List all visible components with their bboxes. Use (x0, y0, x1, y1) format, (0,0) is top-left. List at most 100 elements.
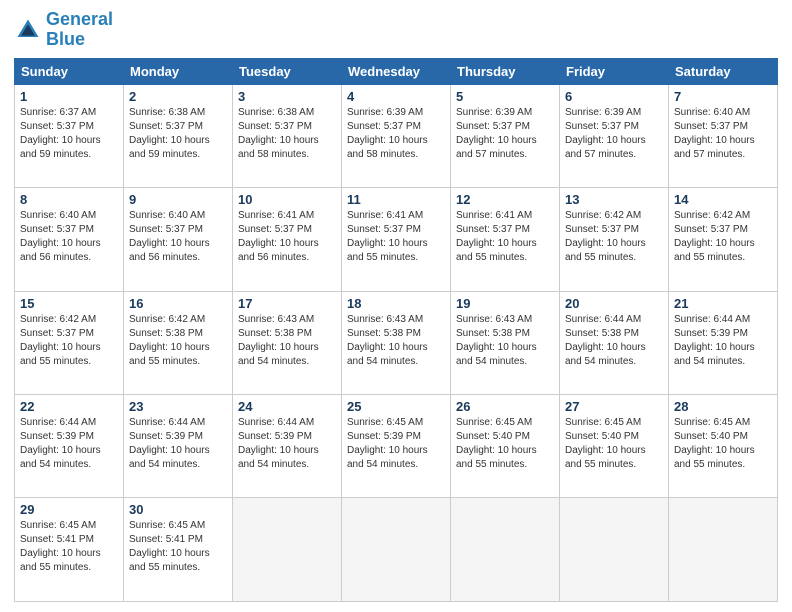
calendar-week-4: 22 Sunrise: 6:44 AM Sunset: 5:39 PM Dayli… (15, 395, 778, 498)
calendar-cell: 7 Sunrise: 6:40 AM Sunset: 5:37 PM Daylig… (669, 84, 778, 187)
calendar-cell: 8Sunrise: 6:40 AM Sunset: 5:37 PM Daylig… (15, 188, 124, 291)
day-number: 16 (129, 296, 227, 311)
calendar-cell: 6 Sunrise: 6:39 AM Sunset: 5:37 PM Daylig… (560, 84, 669, 187)
day-number: 2 (129, 89, 227, 104)
day-number: 19 (456, 296, 554, 311)
calendar-cell: 26Sunrise: 6:45 AM Sunset: 5:40 PM Dayli… (451, 395, 560, 498)
calendar-week-2: 8 Sunrise: 6:40 AM Sunset: 5:37 PM Daylig… (15, 188, 778, 291)
day-number: 12 (456, 192, 554, 207)
calendar-week-1: 1 Sunrise: 6:37 AM Sunset: 5:37 PM Daylig… (15, 84, 778, 187)
weekday-header-saturday: Saturday (669, 58, 778, 84)
day-number: 30 (129, 502, 227, 517)
day-info: Sunrise: 6:40 AM Sunset: 5:37 PM Dayligh… (674, 106, 772, 162)
day-number: 15 (20, 296, 118, 311)
day-number: 23 (129, 399, 227, 414)
page: General Blue SundayMondayTuesdayWednesda… (0, 0, 792, 612)
day-number: 7 (674, 89, 772, 104)
calendar-cell: 19 Sunrise: 6:43 AM Sunset: 5:38 PM Dayli… (451, 291, 560, 394)
calendar-cell (342, 498, 451, 602)
day-info: Sunrise: 6:45 AM Sunset: 5:41 PM Dayligh… (129, 519, 227, 575)
day-info: Sunrise: 6:39 AM Sunset: 5:37 PM Dayligh… (565, 106, 663, 162)
calendar-cell: 29 Sunrise: 6:45 AM Sunset: 5:41 PM Dayli… (15, 498, 124, 602)
calendar-cell: 3 Sunrise: 6:38 AM Sunset: 5:37 PM Daylig… (233, 84, 342, 187)
day-number: 8 (20, 192, 118, 207)
logo-icon (14, 16, 42, 44)
day-info: Sunrise: 6:39 AM Sunset: 5:37 PM Dayligh… (347, 106, 445, 162)
day-info: Sunrise: 6:43 AM Sunset: 5:38 PM Dayligh… (456, 313, 554, 369)
day-info: Sunrise: 6:43 AM Sunset: 5:38 PM Dayligh… (347, 313, 445, 369)
weekday-header-thursday: Thursday (451, 58, 560, 84)
day-info: Sunrise: 6:44 AM Sunset: 5:38 PM Dayligh… (565, 313, 663, 369)
calendar-cell: 5 Sunrise: 6:39 AM Sunset: 5:37 PM Daylig… (451, 84, 560, 187)
day-number: 5 (456, 89, 554, 104)
weekday-header-monday: Monday (124, 58, 233, 84)
calendar-cell (669, 498, 778, 602)
weekday-header-tuesday: Tuesday (233, 58, 342, 84)
calendar-week-5: 29 Sunrise: 6:45 AM Sunset: 5:41 PM Dayli… (15, 498, 778, 602)
day-number: 20 (565, 296, 663, 311)
day-info: Sunrise: 6:44 AM Sunset: 5:39 PM Dayligh… (674, 313, 772, 369)
day-number: 25 (347, 399, 445, 414)
day-number: 9 (129, 192, 227, 207)
day-info: Sunrise: 6:43 AM Sunset: 5:38 PM Dayligh… (238, 313, 336, 369)
day-number: 27 (565, 399, 663, 414)
day-number: 13 (565, 192, 663, 207)
day-info: Sunrise: 6:45 AM Sunset: 5:40 PM Dayligh… (565, 416, 663, 472)
calendar-cell (451, 498, 560, 602)
day-number: 14 (674, 192, 772, 207)
calendar-week-3: 15Sunrise: 6:42 AM Sunset: 5:37 PM Dayli… (15, 291, 778, 394)
calendar-cell: 15Sunrise: 6:42 AM Sunset: 5:37 PM Dayli… (15, 291, 124, 394)
day-number: 28 (674, 399, 772, 414)
calendar-cell: 9 Sunrise: 6:40 AM Sunset: 5:37 PM Daylig… (124, 188, 233, 291)
day-info: Sunrise: 6:45 AM Sunset: 5:40 PM Dayligh… (456, 416, 554, 472)
calendar-cell: 1 Sunrise: 6:37 AM Sunset: 5:37 PM Daylig… (15, 84, 124, 187)
day-info: Sunrise: 6:44 AM Sunset: 5:39 PM Dayligh… (20, 416, 118, 472)
calendar-cell: 12 Sunrise: 6:41 AM Sunset: 5:37 PM Dayli… (451, 188, 560, 291)
day-info: Sunrise: 6:44 AM Sunset: 5:39 PM Dayligh… (238, 416, 336, 472)
day-info: Sunrise: 6:42 AM Sunset: 5:37 PM Dayligh… (674, 209, 772, 265)
day-info: Sunrise: 6:41 AM Sunset: 5:37 PM Dayligh… (238, 209, 336, 265)
calendar-cell: 14 Sunrise: 6:42 AM Sunset: 5:37 PM Dayli… (669, 188, 778, 291)
day-info: Sunrise: 6:42 AM Sunset: 5:38 PM Dayligh… (129, 313, 227, 369)
day-number: 3 (238, 89, 336, 104)
calendar-cell: 13Sunrise: 6:42 AM Sunset: 5:37 PM Dayli… (560, 188, 669, 291)
calendar-cell: 30 Sunrise: 6:45 AM Sunset: 5:41 PM Dayli… (124, 498, 233, 602)
day-number: 22 (20, 399, 118, 414)
day-info: Sunrise: 6:37 AM Sunset: 5:37 PM Dayligh… (20, 106, 118, 162)
day-info: Sunrise: 6:39 AM Sunset: 5:37 PM Dayligh… (456, 106, 554, 162)
calendar-cell: 20 Sunrise: 6:44 AM Sunset: 5:38 PM Dayli… (560, 291, 669, 394)
calendar-cell: 21Sunrise: 6:44 AM Sunset: 5:39 PM Dayli… (669, 291, 778, 394)
day-info: Sunrise: 6:38 AM Sunset: 5:37 PM Dayligh… (129, 106, 227, 162)
day-info: Sunrise: 6:40 AM Sunset: 5:37 PM Dayligh… (129, 209, 227, 265)
calendar-cell: 10Sunrise: 6:41 AM Sunset: 5:37 PM Dayli… (233, 188, 342, 291)
logo-text: General Blue (46, 10, 113, 50)
calendar-cell: 2 Sunrise: 6:38 AM Sunset: 5:37 PM Daylig… (124, 84, 233, 187)
calendar-cell: 25 Sunrise: 6:45 AM Sunset: 5:39 PM Dayli… (342, 395, 451, 498)
day-number: 6 (565, 89, 663, 104)
day-number: 4 (347, 89, 445, 104)
calendar-cell: 22 Sunrise: 6:44 AM Sunset: 5:39 PM Dayli… (15, 395, 124, 498)
day-info: Sunrise: 6:45 AM Sunset: 5:39 PM Dayligh… (347, 416, 445, 472)
calendar-cell: 11Sunrise: 6:41 AM Sunset: 5:37 PM Dayli… (342, 188, 451, 291)
weekday-header-wednesday: Wednesday (342, 58, 451, 84)
day-info: Sunrise: 6:38 AM Sunset: 5:37 PM Dayligh… (238, 106, 336, 162)
calendar-cell: 16 Sunrise: 6:42 AM Sunset: 5:38 PM Dayli… (124, 291, 233, 394)
calendar-cell: 17 Sunrise: 6:43 AM Sunset: 5:38 PM Dayli… (233, 291, 342, 394)
header: General Blue (14, 10, 778, 50)
calendar-cell: 27 Sunrise: 6:45 AM Sunset: 5:40 PM Dayli… (560, 395, 669, 498)
calendar-cell: 24Sunrise: 6:44 AM Sunset: 5:39 PM Dayli… (233, 395, 342, 498)
calendar-cell: 28 Sunrise: 6:45 AM Sunset: 5:40 PM Dayli… (669, 395, 778, 498)
day-info: Sunrise: 6:44 AM Sunset: 5:39 PM Dayligh… (129, 416, 227, 472)
day-number: 17 (238, 296, 336, 311)
day-info: Sunrise: 6:45 AM Sunset: 5:40 PM Dayligh… (674, 416, 772, 472)
calendar-cell: 18 Sunrise: 6:43 AM Sunset: 5:38 PM Dayli… (342, 291, 451, 394)
day-info: Sunrise: 6:45 AM Sunset: 5:41 PM Dayligh… (20, 519, 118, 575)
day-number: 29 (20, 502, 118, 517)
weekday-header-friday: Friday (560, 58, 669, 84)
day-info: Sunrise: 6:41 AM Sunset: 5:37 PM Dayligh… (456, 209, 554, 265)
day-number: 18 (347, 296, 445, 311)
calendar-table: SundayMondayTuesdayWednesdayThursdayFrid… (14, 58, 778, 602)
calendar-cell: 4 Sunrise: 6:39 AM Sunset: 5:37 PM Daylig… (342, 84, 451, 187)
day-number: 1 (20, 89, 118, 104)
day-info: Sunrise: 6:41 AM Sunset: 5:37 PM Dayligh… (347, 209, 445, 265)
